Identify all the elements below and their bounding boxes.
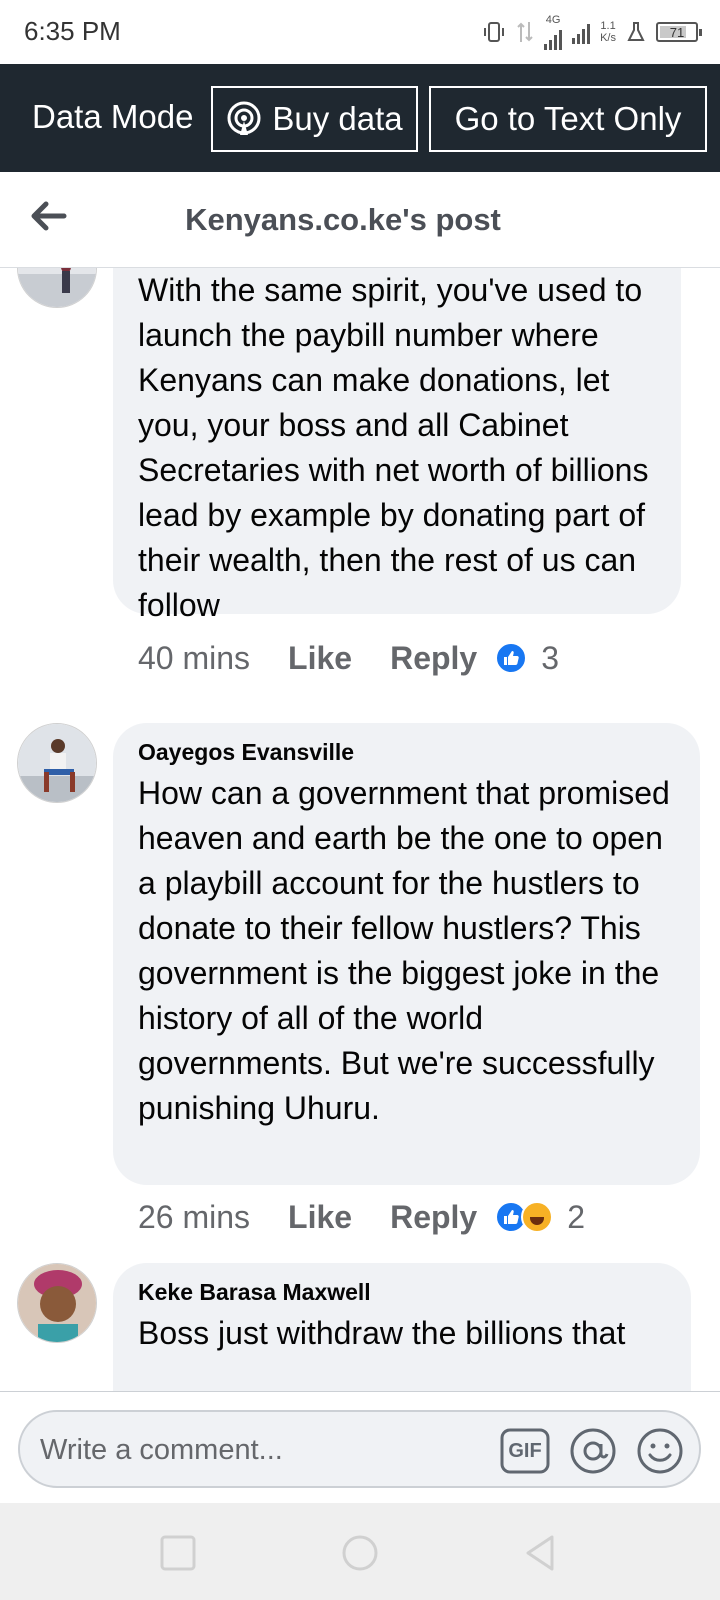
avatar[interactable]	[17, 268, 97, 308]
text-only-button[interactable]: Go to Text Only	[429, 86, 707, 152]
comment-text: With the same spirit, you've used to lau…	[138, 272, 658, 623]
signal-bars-1-icon	[544, 26, 563, 50]
comment-time[interactable]: 40 mins	[138, 640, 250, 677]
post-header: Kenyans.co.ke's post	[0, 172, 720, 268]
reactions[interactable]	[495, 1201, 554, 1233]
data-mode-bar: Data Mode Buy data Go to Text Only	[0, 64, 720, 172]
composer-box[interactable]: GIF	[18, 1410, 701, 1488]
status-time: 6:35 PM	[24, 16, 121, 46]
mention-button[interactable]	[568, 1426, 618, 1476]
comment-meta: 26 mins Like Reply 2	[138, 1197, 585, 1237]
smiley-icon	[637, 1428, 683, 1474]
vibrate-icon	[484, 22, 505, 42]
comments-feed[interactable]: With the same spirit, you've used to lau…	[0, 268, 720, 1391]
buy-data-label: Buy data	[272, 100, 403, 137]
speed-indicator: 1.1 K/s	[600, 20, 616, 44]
reaction-count: 2	[567, 1198, 586, 1235]
comment-time[interactable]: 26 mins	[138, 1199, 250, 1236]
comment-meta: 40 mins Like Reply 3	[138, 638, 559, 678]
signal-bars-2-icon	[572, 20, 591, 44]
back-icon[interactable]	[520, 1533, 560, 1573]
comment-composer: GIF	[0, 1391, 720, 1503]
reaction-count: 3	[541, 639, 560, 676]
like-icon	[495, 642, 528, 674]
speed-value: 1.1	[600, 20, 616, 32]
network-indicator: 4G	[544, 14, 563, 50]
comment-author[interactable]: Oayegos Evansville	[138, 737, 676, 767]
comment-text: How can a government that promised heave…	[138, 775, 679, 1126]
comment-author[interactable]: Keke Barasa Maxwell	[138, 1277, 667, 1307]
comment-bubble[interactable]: With the same spirit, you've used to lau…	[113, 268, 681, 623]
battery-icon: 71	[656, 22, 702, 42]
comment-text: Boss just withdraw the billions that	[138, 1315, 626, 1351]
reply-button[interactable]: Reply	[390, 640, 477, 677]
haha-icon	[521, 1201, 554, 1233]
recents-icon[interactable]	[158, 1533, 198, 1573]
comment-bubble[interactable]: Oayegos Evansville How can a government …	[113, 723, 700, 1185]
system-nav-bar	[0, 1503, 720, 1600]
like-button[interactable]: Like	[288, 640, 352, 677]
comment-input[interactable]	[40, 1430, 470, 1470]
at-sign-icon	[570, 1428, 616, 1474]
page-title: Kenyans.co.ke's post	[185, 202, 501, 237]
speed-unit: K/s	[600, 32, 616, 44]
buy-data-button[interactable]: Buy data	[211, 86, 418, 152]
comment-bubble[interactable]: Keke Barasa Maxwell Boss just withdraw t…	[113, 1263, 691, 1391]
data-transfer-icon	[517, 22, 533, 42]
network-type: 4G	[545, 14, 561, 26]
status-icons: 4G 1.1 K/s 71	[482, 14, 702, 50]
reply-button[interactable]: Reply	[390, 1199, 477, 1236]
status-bar: 6:35 PM 4G 1.1 K/s 71	[0, 0, 720, 64]
battery-level: 71	[669, 24, 685, 40]
avatar[interactable]	[17, 723, 97, 803]
text-only-label: Go to Text Only	[454, 100, 682, 137]
gif-label: GIF	[508, 1439, 542, 1462]
broadcast-icon	[227, 101, 261, 135]
like-button[interactable]: Like	[288, 1199, 352, 1236]
gif-button[interactable]: GIF	[500, 1426, 550, 1476]
reactions[interactable]	[495, 642, 528, 674]
avatar[interactable]	[17, 1263, 97, 1343]
data-mode-label: Data Mode	[32, 98, 194, 135]
flask-icon	[627, 22, 645, 41]
home-icon[interactable]	[340, 1533, 380, 1573]
emoji-button[interactable]	[635, 1426, 685, 1476]
